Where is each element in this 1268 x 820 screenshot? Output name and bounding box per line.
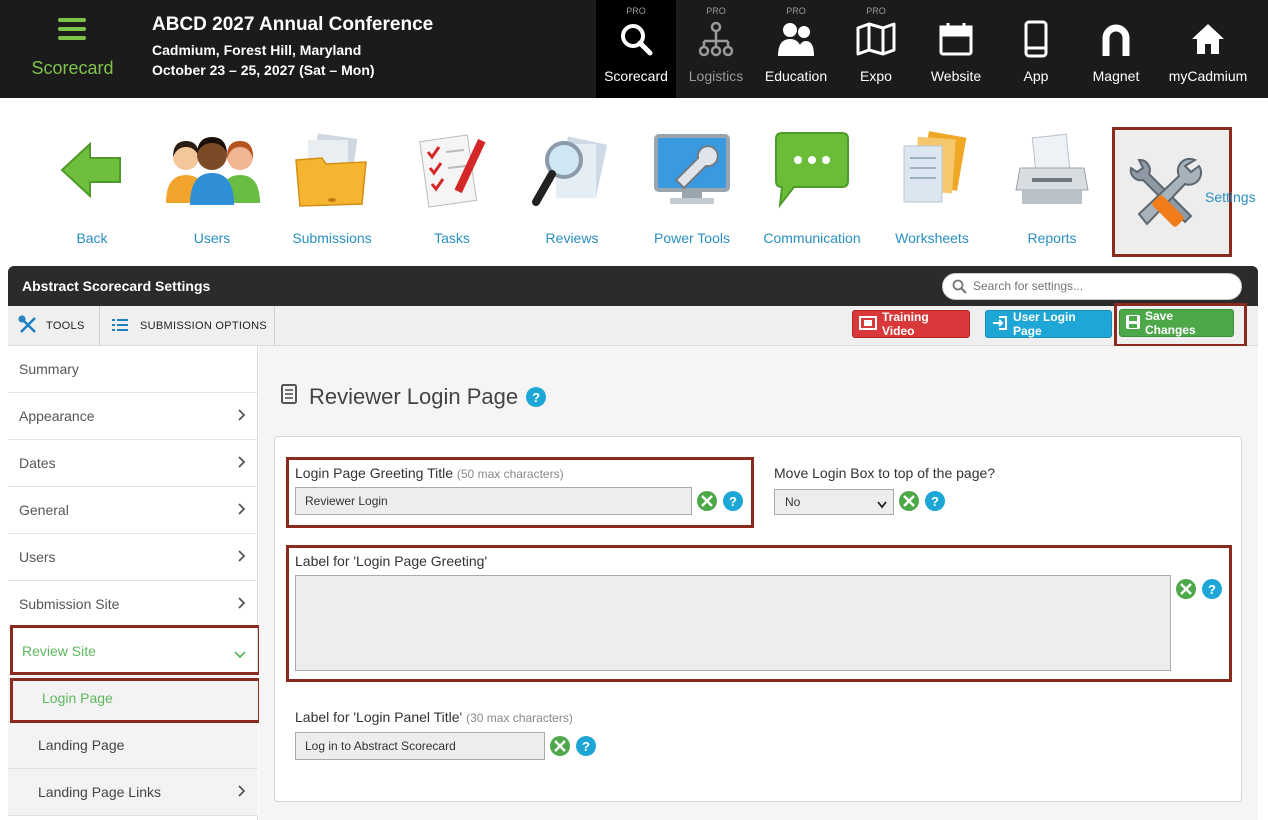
calendar-icon [916, 18, 996, 60]
documents-icon [872, 120, 992, 220]
sidebar-item-summary[interactable]: Summary [8, 346, 258, 393]
nav-reports[interactable]: Reports [992, 120, 1112, 252]
module-magnet[interactable]: Magnet [1076, 0, 1156, 98]
tool-icon[interactable] [899, 491, 919, 511]
help-icon[interactable]: ? [925, 491, 945, 511]
review-site-highlight [10, 625, 261, 675]
tool-icon[interactable] [550, 736, 570, 756]
chevron-right-icon [238, 408, 246, 424]
toolbar: TOOLS SUBMISSION OPTIONS Training Video … [8, 303, 1258, 347]
sidebar-item-general[interactable]: General [8, 487, 258, 534]
module-expo[interactable]: PRO Expo [836, 0, 916, 98]
sidebar-item-appearance[interactable]: Appearance [8, 393, 258, 440]
tools-button[interactable]: TOOLS [18, 306, 85, 346]
sidebar-item-submission-site[interactable]: Submission Site [8, 581, 258, 628]
nav-submissions[interactable]: Submissions [272, 120, 392, 252]
settings-search-input[interactable] [973, 279, 1233, 293]
nav-settings[interactable]: Settings [1112, 127, 1256, 257]
users-icon [152, 120, 272, 220]
sidebar-item-dates[interactable]: Dates [8, 440, 258, 487]
folder-icon [272, 120, 392, 220]
search-icon [952, 279, 967, 299]
nav-bar: Back Users Submissions Tasks Reviews Pow… [0, 120, 1268, 260]
brand[interactable]: Scorecard [0, 0, 145, 98]
page-title: Reviewer Login Page ? [281, 384, 547, 410]
training-video-button[interactable]: Training Video [852, 310, 970, 338]
sidebar-item-landing-page-links[interactable]: Landing Page Links [8, 769, 258, 816]
home-icon [1156, 18, 1260, 60]
save-highlight: Save Changes [1114, 303, 1247, 347]
brand-name: Scorecard [31, 58, 114, 78]
settings-search[interactable] [942, 273, 1242, 300]
wrench-icon [18, 315, 38, 338]
checklist-icon [392, 120, 512, 220]
conference-title: ABCD 2027 Annual Conference [152, 14, 434, 35]
move-login-box-label: Move Login Box to top of the page? [774, 465, 996, 481]
search-icon [596, 18, 676, 60]
save-changes-button[interactable]: Save Changes [1119, 309, 1234, 337]
module-scorecard[interactable]: PRO Scorecard [596, 0, 676, 98]
user-login-page-button[interactable]: User Login Page [985, 310, 1112, 338]
chat-bubble-icon [752, 120, 872, 220]
film-icon [859, 315, 877, 333]
nav-users[interactable]: Users [152, 120, 272, 252]
org-chart-icon [676, 18, 756, 60]
panel-title: Abstract Scorecard Settings [22, 278, 211, 294]
sidebar-item-landing-page[interactable]: Landing Page [8, 722, 258, 769]
login-icon [992, 315, 1008, 334]
chevron-right-icon [238, 502, 246, 518]
chevron-right-icon [238, 455, 246, 471]
conference-info: ABCD 2027 Annual Conference Cadmium, For… [152, 14, 433, 78]
magnifier-icon [512, 120, 632, 220]
back-arrow-icon [32, 120, 152, 220]
module-mycadmium[interactable]: myCadmium [1156, 0, 1260, 98]
nav-tasks[interactable]: Tasks [392, 120, 512, 252]
hamburger-icon[interactable] [58, 18, 86, 45]
top-header: Scorecard ABCD 2027 Annual Conference Ca… [0, 0, 1268, 98]
map-icon [836, 18, 916, 60]
list-icon [112, 318, 128, 335]
people-icon [756, 18, 836, 60]
chevron-right-icon [238, 784, 246, 800]
conference-location: Cadmium, Forest Hill, Maryland [152, 42, 362, 58]
help-icon[interactable]: ? [526, 387, 547, 407]
panel-title-label: Label for 'Login Panel Title' (30 max ch… [295, 709, 573, 725]
settings-card: Login Page Greeting Title (50 max charac… [274, 436, 1242, 802]
nav-communication[interactable]: Communication [752, 120, 872, 252]
module-website[interactable]: Website [916, 0, 996, 98]
nav-reviews[interactable]: Reviews [512, 120, 632, 252]
document-icon [281, 384, 297, 410]
chevron-down-icon [877, 498, 887, 512]
monitor-wrench-icon [632, 120, 752, 220]
printer-icon [992, 120, 1112, 220]
panel-title-input[interactable]: Log in to Abstract Scorecard [295, 732, 545, 760]
submission-options-button[interactable]: SUBMISSION OPTIONS [112, 306, 267, 346]
conference-dates: October 23 – 25, 2027 (Sat – Mon) [152, 62, 375, 78]
module-logistics[interactable]: PRO Logistics [676, 0, 756, 98]
chevron-right-icon [238, 549, 246, 565]
nav-power-tools[interactable]: Power Tools [632, 120, 752, 252]
greeting-title-highlight [286, 457, 754, 528]
nav-worksheets[interactable]: Worksheets [872, 120, 992, 252]
module-education[interactable]: PRO Education [756, 0, 836, 98]
phone-icon [996, 18, 1076, 60]
module-app[interactable]: App [996, 0, 1076, 98]
magnet-icon [1076, 18, 1156, 60]
nav-back[interactable]: Back [32, 120, 152, 252]
settings-sidebar: Summary Appearance Dates General Users S… [8, 346, 261, 820]
floppy-disk-icon [1126, 314, 1140, 332]
login-page-highlight [10, 678, 261, 723]
help-icon[interactable]: ? [576, 736, 596, 756]
tools-icon [1125, 144, 1205, 240]
move-login-box-select[interactable]: No [774, 489, 894, 515]
main-content: Reviewer Login Page ? Login Page Greetin… [259, 346, 1258, 820]
chevron-right-icon [238, 596, 246, 612]
sidebar-item-users[interactable]: Users [8, 534, 258, 581]
panel-header: Abstract Scorecard Settings [8, 266, 1258, 306]
greeting-label-highlight [286, 545, 1232, 682]
